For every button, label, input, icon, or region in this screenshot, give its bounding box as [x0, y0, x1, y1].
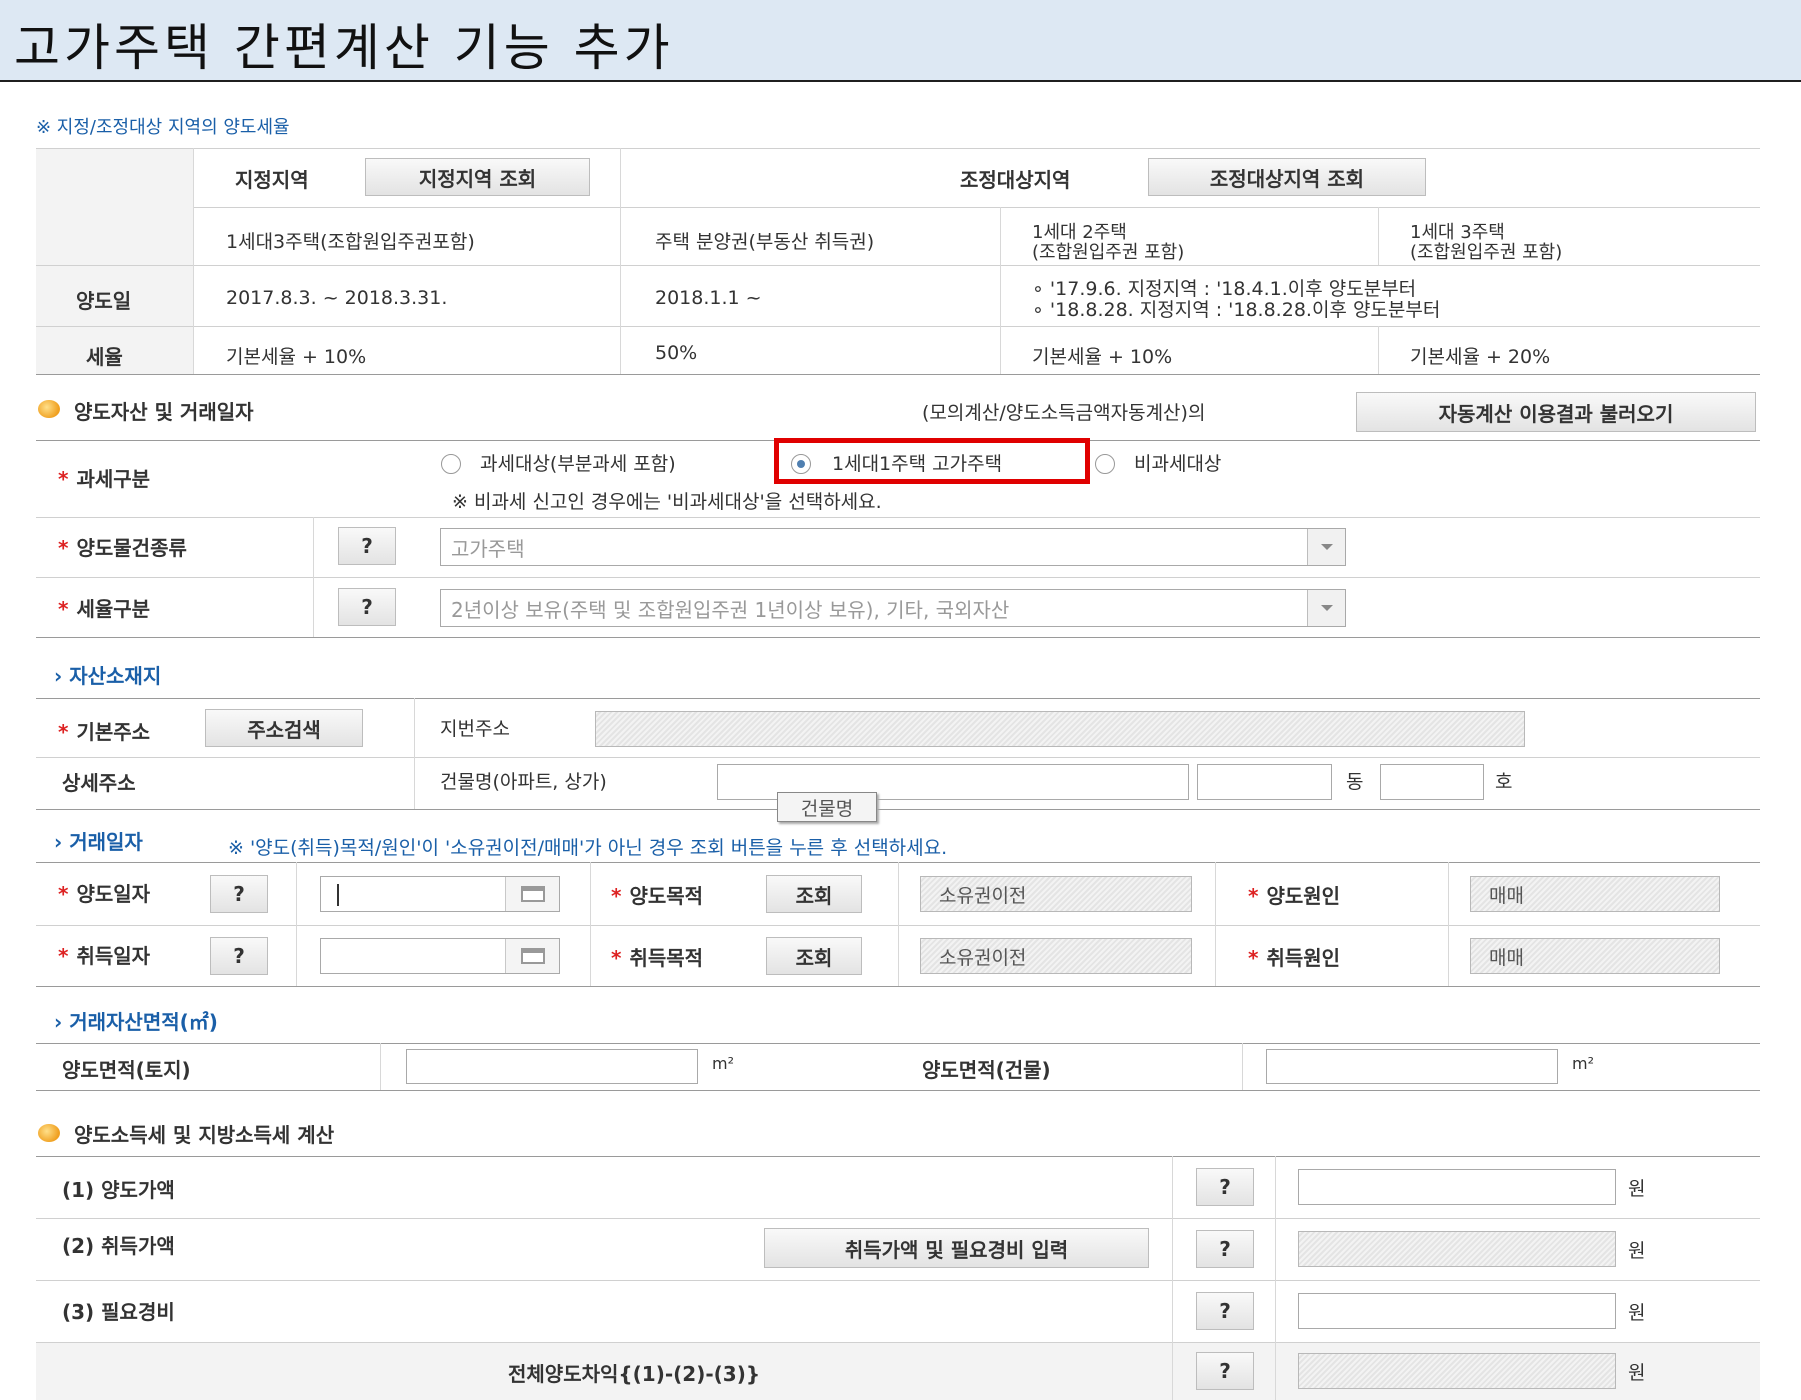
transfer-purpose-label: * 양도목적: [611, 884, 704, 908]
transfer-date-help-button[interactable]: ?: [210, 875, 268, 913]
acquire-price-field[interactable]: [1298, 1231, 1616, 1267]
lot-address-field[interactable]: [595, 711, 1525, 747]
calendar-icon[interactable]: [505, 939, 559, 973]
won-unit: 원: [1628, 1178, 1646, 1200]
acquire-purpose-lookup-button[interactable]: 조회: [766, 937, 862, 975]
column-header-4-sub: (조합원입주권 포함): [1410, 242, 1563, 263]
building-name-label: 건물명(아파트, 상가): [440, 771, 607, 793]
designated-area-lookup-button[interactable]: 지정지역 조회: [365, 158, 590, 196]
transfer-date-label: * 양도일자: [58, 882, 151, 906]
rate-type-help-button[interactable]: ?: [338, 588, 396, 626]
column-header-3-sub: (조합원입주권 포함): [1032, 242, 1185, 263]
acquire-cost-input-button[interactable]: 취득가액 및 필요경비 입력: [764, 1228, 1149, 1268]
area-section-title: › 거래자산면적(㎡): [54, 1010, 218, 1034]
total-gain-help-button[interactable]: ?: [1196, 1352, 1254, 1390]
dong-input[interactable]: [1197, 764, 1332, 800]
land-area-label: 양도면적(토지): [62, 1058, 191, 1082]
ho-input[interactable]: [1380, 764, 1484, 800]
asset-kind-help-button[interactable]: ?: [338, 527, 396, 565]
section-bullet-icon: [38, 400, 60, 418]
acquire-date-help-button[interactable]: ?: [210, 937, 268, 975]
acquire-cause-field[interactable]: 매매: [1470, 938, 1720, 974]
calc-item-acquire-price: (2) 취득가액: [62, 1234, 175, 1258]
highlight-box: [774, 438, 1090, 484]
calc-item-transfer-price: (1) 양도가액: [62, 1178, 175, 1202]
location-section-title: › 자산소재지: [54, 664, 162, 688]
acquire-price-help-button[interactable]: ?: [1196, 1230, 1254, 1268]
lot-address-label: 지번주소: [440, 718, 510, 740]
land-area-input[interactable]: [406, 1049, 698, 1084]
chevron-down-icon: [1320, 544, 1333, 550]
radio-taxable-label: 과세대상(부분과세 포함): [480, 453, 676, 475]
calendar-icon[interactable]: [505, 877, 559, 911]
tax-rate-1: 기본세율 + 10%: [226, 346, 367, 368]
transfer-purpose-lookup-button[interactable]: 조회: [766, 875, 862, 913]
building-area-input[interactable]: [1266, 1049, 1558, 1084]
non-taxable-note: ※ 비과세 신고인 경우에는 '비과세대상'을 선택하세요.: [452, 491, 882, 513]
building-area-label: 양도면적(건물): [922, 1058, 1051, 1082]
rate-type-select[interactable]: 2년이상 보유(주택 및 조합원입주권 1년이상 보유), 기타, 국외자산: [440, 589, 1346, 627]
radio-taxable[interactable]: [441, 454, 461, 474]
dong-label: 동: [1346, 771, 1364, 793]
trade-section-note: ※ '양도(취득)목적/원인'이 '소유권이전/매매'가 아닌 경우 조회 버튼…: [228, 837, 948, 859]
ho-label: 호: [1495, 771, 1513, 793]
auto-calc-load-button[interactable]: 자동계산 이용결과 불러오기: [1356, 392, 1756, 432]
transfer-cause-field[interactable]: 매매: [1470, 876, 1720, 912]
building-name-tooltip: 건물명: [777, 792, 877, 822]
asset-section-title: 양도자산 및 거래일자: [74, 400, 254, 424]
necessary-expense-help-button[interactable]: ?: [1196, 1292, 1254, 1330]
calc-section-title: 양도소득세 및 지방소득세 계산: [74, 1123, 335, 1147]
rate-table-note: ※ 지정/조정대상 지역의 양도세율: [36, 117, 290, 138]
transfer-date-input[interactable]: [320, 876, 560, 912]
won-unit: 원: [1628, 1362, 1646, 1384]
transfer-cause-label: * 양도원인: [1248, 884, 1341, 908]
radio-non-taxable[interactable]: [1095, 454, 1115, 474]
tax-rate-4: 기본세율 + 20%: [1410, 346, 1551, 368]
chevron-down-icon: [1320, 605, 1333, 611]
acquire-cause-label: * 취득원인: [1248, 946, 1341, 970]
adjusted-area-label: 조정대상지역: [960, 168, 1071, 192]
acquire-date-label: * 취득일자: [58, 944, 151, 968]
tax-rate-2: 50%: [655, 342, 698, 364]
transfer-price-input[interactable]: [1298, 1169, 1616, 1205]
transfer-date-row-label: 양도일: [76, 289, 132, 313]
transfer-purpose-field[interactable]: 소유권이전: [920, 876, 1192, 912]
asset-kind-select[interactable]: 고가주택: [440, 528, 1346, 566]
rate-type-label: * 세율구분: [58, 597, 151, 621]
acquire-purpose-field[interactable]: 소유권이전: [920, 938, 1192, 974]
address-search-button[interactable]: 주소검색: [205, 709, 363, 747]
tax-type-label: * 과세구분: [58, 467, 151, 491]
total-gain-field[interactable]: [1298, 1353, 1616, 1389]
transfer-date-1: 2017.8.3. ~ 2018.3.31.: [226, 287, 448, 309]
land-area-unit: m²: [712, 1054, 734, 1073]
transfer-date-4: ∘ '18.8.28. 지정지역 : '18.8.28.이후 양도분부터: [1032, 299, 1441, 321]
won-unit: 원: [1628, 1302, 1646, 1324]
trade-section-title: › 거래일자: [54, 830, 143, 854]
designated-area-label: 지정지역: [235, 168, 309, 192]
transfer-price-help-button[interactable]: ?: [1196, 1168, 1254, 1206]
column-header-2: 주택 분양권(부동산 취득권): [655, 231, 875, 253]
page-title: 고가주택 간편계산 기능 추가: [14, 19, 674, 77]
adjusted-area-lookup-button[interactable]: 조정대상지역 조회: [1148, 158, 1426, 196]
detail-address-label: 상세주소: [62, 771, 136, 795]
asset-kind-label: * 양도물건종류: [58, 536, 187, 560]
section-bullet-icon: [38, 1124, 60, 1142]
tax-rate-3: 기본세율 + 10%: [1032, 346, 1173, 368]
acquire-purpose-label: * 취득목적: [611, 946, 704, 970]
calc-item-total-gain: 전체양도차익{(1)-(2)-(3)}: [508, 1362, 761, 1386]
building-area-unit: m²: [1572, 1054, 1594, 1073]
transfer-date-2: 2018.1.1 ~: [655, 287, 762, 309]
radio-non-taxable-label: 비과세대상: [1134, 453, 1222, 475]
acquire-date-input[interactable]: [320, 938, 560, 974]
basic-address-label: * 기본주소: [58, 720, 151, 744]
tax-rate-row-label: 세율: [86, 345, 123, 369]
calc-item-necessary-expense: (3) 필요경비: [62, 1300, 175, 1324]
necessary-expense-input[interactable]: [1298, 1293, 1616, 1329]
won-unit: 원: [1628, 1240, 1646, 1262]
auto-calc-text: (모의계산/양도소득금액자동계산)의: [922, 402, 1206, 424]
column-header-1: 1세대3주택(조합원입주권포함): [226, 231, 475, 253]
